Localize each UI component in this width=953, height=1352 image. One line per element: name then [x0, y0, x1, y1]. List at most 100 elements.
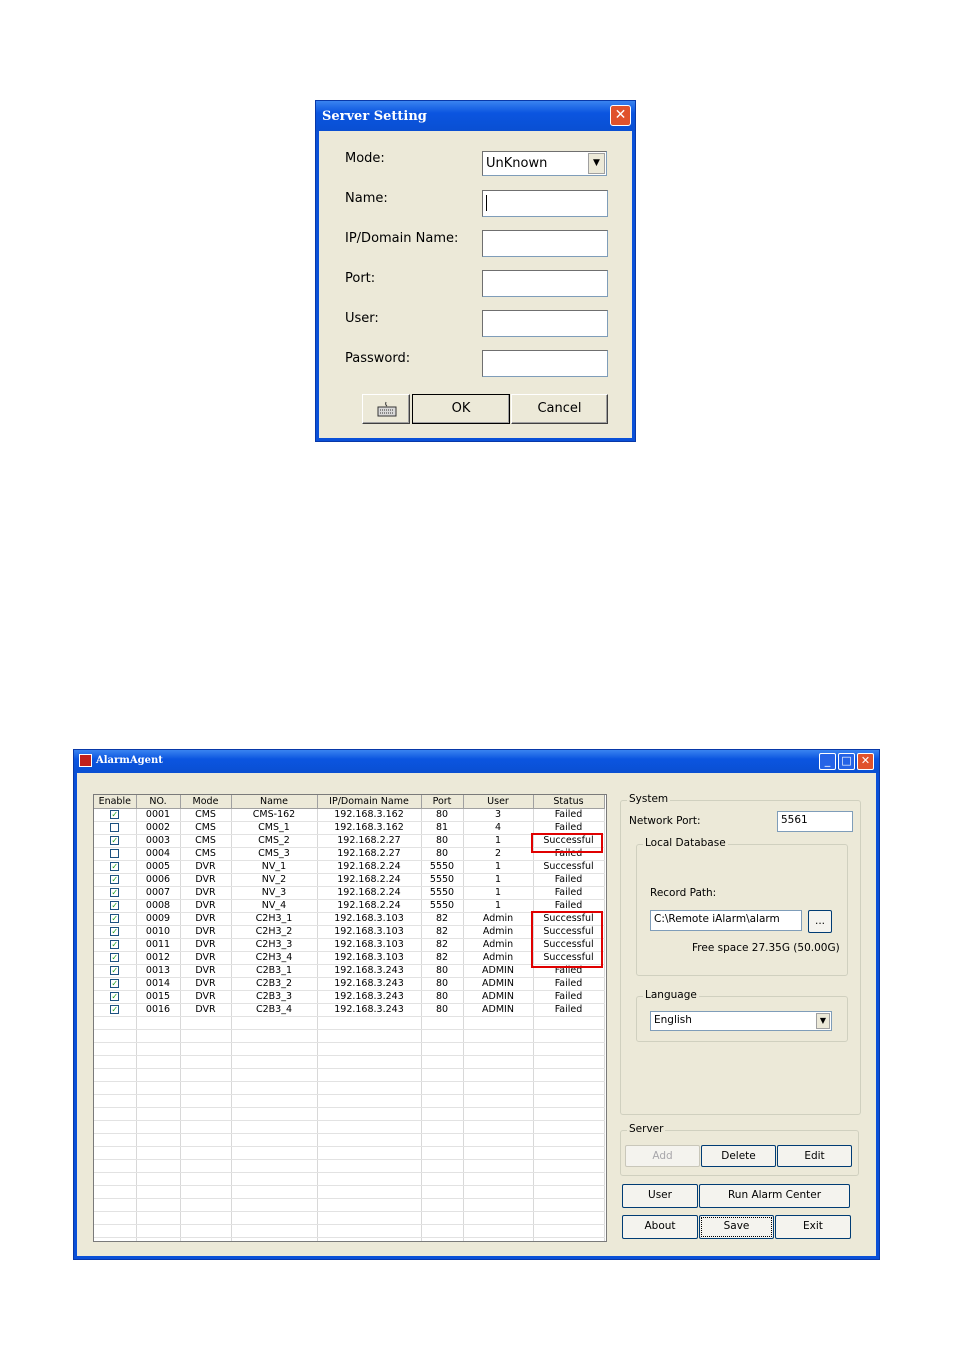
cell-mode: DVR: [180, 873, 232, 887]
table-row[interactable]: ✓ 0012 DVR C2H3_4 192.168.3.103 82 Admin Succes…: [94, 951, 605, 965]
column-header[interactable]: Mode: [180, 795, 232, 809]
cell-no: 0011: [136, 938, 181, 952]
cell-name: CMS_3: [231, 847, 318, 861]
table-row[interactable]: ✓ 0003 CMS CMS_2 192.168.2.27 80 1 Successful: [94, 834, 605, 848]
empty-cell: [136, 1146, 181, 1160]
keyboard-button[interactable]: [362, 394, 410, 424]
enable-checkbox[interactable]: ✓: [110, 966, 120, 975]
enable-checkbox[interactable]: ✓: [110, 1005, 120, 1014]
edit-button[interactable]: Edit: [777, 1145, 852, 1167]
table-row[interactable]: ✓ 0006 DVR NV_2 192.168.2.24 5550 1 Failed: [94, 873, 605, 887]
cell-mode: DVR: [180, 925, 232, 939]
ip-domain-field[interactable]: [482, 230, 608, 257]
enable-checkbox[interactable]: ✓: [110, 927, 120, 936]
delete-button[interactable]: Delete: [701, 1145, 776, 1167]
table-row[interactable]: ✓ 0009 DVR C2H3_1 192.168.3.103 82 Admin Succes…: [94, 912, 605, 926]
empty-cell: [231, 1016, 318, 1030]
enable-checkbox[interactable]: ✓: [110, 901, 120, 910]
table-header: Enable NO. Mode Name IP/Domain Name Port User S…: [94, 795, 605, 809]
enable-checkbox[interactable]: ✓: [110, 888, 120, 897]
column-header[interactable]: Enable: [94, 795, 137, 809]
table-row[interactable]: 0002 CMS CMS_1 192.168.3.162 81 4 Failed: [94, 821, 605, 835]
dialog-title: Server Setting: [322, 109, 427, 124]
column-header[interactable]: IP/Domain Name: [317, 795, 422, 809]
cell-ip: 192.168.3.243: [317, 1003, 422, 1017]
empty-cell: [231, 1211, 318, 1225]
enable-checkbox[interactable]: [110, 823, 120, 832]
name-field[interactable]: [482, 190, 608, 217]
enable-checkbox[interactable]: ✓: [110, 875, 120, 884]
window-title-bar[interactable]: AlarmAgent _ □ ✕: [74, 750, 879, 773]
enable-checkbox[interactable]: ✓: [110, 836, 120, 845]
empty-cell: [231, 1159, 318, 1173]
chevron-down-icon[interactable]: ▼: [588, 153, 605, 174]
column-header[interactable]: Status: [533, 795, 605, 809]
close-icon[interactable]: ✕: [610, 105, 631, 126]
minimize-icon[interactable]: _: [819, 753, 836, 770]
table-row[interactable]: ✓ 0005 DVR NV_1 192.168.2.24 5550 1 Successful: [94, 860, 605, 874]
enable-checkbox[interactable]: ✓: [110, 953, 120, 962]
empty-cell: [231, 1133, 318, 1147]
enable-checkbox[interactable]: ✓: [110, 914, 120, 923]
close-icon[interactable]: ✕: [857, 753, 874, 770]
empty-cell: [463, 1224, 534, 1238]
cancel-button[interactable]: Cancel: [511, 394, 608, 424]
column-header[interactable]: Port: [421, 795, 464, 809]
password-field[interactable]: [482, 350, 608, 377]
about-button[interactable]: About: [622, 1215, 698, 1239]
add-button[interactable]: Add: [625, 1145, 700, 1167]
save-button[interactable]: Save: [699, 1215, 774, 1239]
empty-cell: [533, 1224, 605, 1238]
language-select[interactable]: English ▼: [650, 1011, 832, 1031]
table-row[interactable]: ✓ 0016 DVR C2B3_4 192.168.3.243 80 ADMIN Failed: [94, 1003, 605, 1017]
ok-button[interactable]: OK: [412, 394, 510, 424]
user-field[interactable]: [482, 310, 608, 337]
enable-cell: ✓: [94, 899, 137, 913]
user-button[interactable]: User: [622, 1184, 698, 1208]
cell-user: 2: [463, 847, 534, 861]
table-row[interactable]: ✓ 0013 DVR C2B3_1 192.168.3.243 80 ADMIN Failed: [94, 964, 605, 978]
server-list-grid[interactable]: Enable NO. Mode Name IP/Domain Name Port User S…: [93, 794, 607, 1242]
cell-status: Failed: [533, 990, 605, 1004]
table-row[interactable]: ✓ 0015 DVR C2B3_3 192.168.3.243 80 ADMIN Failed: [94, 990, 605, 1004]
enable-checkbox[interactable]: ✓: [110, 940, 120, 949]
cell-user: ADMIN: [463, 977, 534, 991]
cell-port: 80: [421, 834, 464, 848]
maximize-icon[interactable]: □: [838, 753, 855, 770]
enable-checkbox[interactable]: [110, 849, 120, 858]
column-header[interactable]: NO.: [136, 795, 181, 809]
table-row[interactable]: ✓ 0014 DVR C2B3_2 192.168.3.243 80 ADMIN Failed: [94, 977, 605, 991]
table-row[interactable]: ✓ 0001 CMS CMS-162 192.168.3.162 80 3 Failed: [94, 808, 605, 822]
cell-user: Admin: [463, 938, 534, 952]
table-row[interactable]: 0004 CMS CMS_3 192.168.2.27 80 2 Failed: [94, 847, 605, 861]
browse-button[interactable]: ...: [808, 910, 832, 933]
empty-row: [94, 1068, 605, 1082]
record-path-field[interactable]: C:\Remote iAlarm\alarm: [650, 910, 802, 931]
empty-cell: [317, 1146, 422, 1160]
empty-cell: [317, 1016, 422, 1030]
free-space-text: Free space 27.35G (50.00G): [692, 942, 840, 954]
enable-cell: ✓: [94, 977, 137, 991]
enable-checkbox[interactable]: ✓: [110, 979, 120, 988]
table-row[interactable]: ✓ 0010 DVR C2H3_2 192.168.3.103 82 Admin Succes…: [94, 925, 605, 939]
exit-button[interactable]: Exit: [775, 1215, 851, 1239]
empty-cell: [94, 1198, 137, 1212]
run-alarm-center-button[interactable]: Run Alarm Center: [699, 1184, 850, 1208]
chevron-down-icon[interactable]: ▼: [816, 1013, 830, 1029]
enable-checkbox[interactable]: ✓: [110, 862, 120, 871]
column-header[interactable]: User: [463, 795, 534, 809]
empty-cell: [94, 1068, 137, 1082]
network-port-field[interactable]: 5561: [777, 811, 853, 832]
cell-name: C2B3_4: [231, 1003, 318, 1017]
enable-checkbox[interactable]: ✓: [110, 992, 120, 1001]
column-header[interactable]: Name: [231, 795, 318, 809]
table-row[interactable]: ✓ 0007 DVR NV_3 192.168.2.24 5550 1 Failed: [94, 886, 605, 900]
empty-row: [94, 1198, 605, 1212]
enable-cell: ✓: [94, 860, 137, 874]
port-field[interactable]: [482, 270, 608, 297]
mode-select[interactable]: UnKnown ▼: [482, 151, 607, 176]
enable-checkbox[interactable]: ✓: [110, 810, 120, 819]
dialog-title-bar[interactable]: Server Setting ✕: [316, 101, 635, 131]
table-row[interactable]: ✓ 0011 DVR C2H3_3 192.168.3.103 82 Admin Succes…: [94, 938, 605, 952]
table-row[interactable]: ✓ 0008 DVR NV_4 192.168.2.24 5550 1 Failed: [94, 899, 605, 913]
